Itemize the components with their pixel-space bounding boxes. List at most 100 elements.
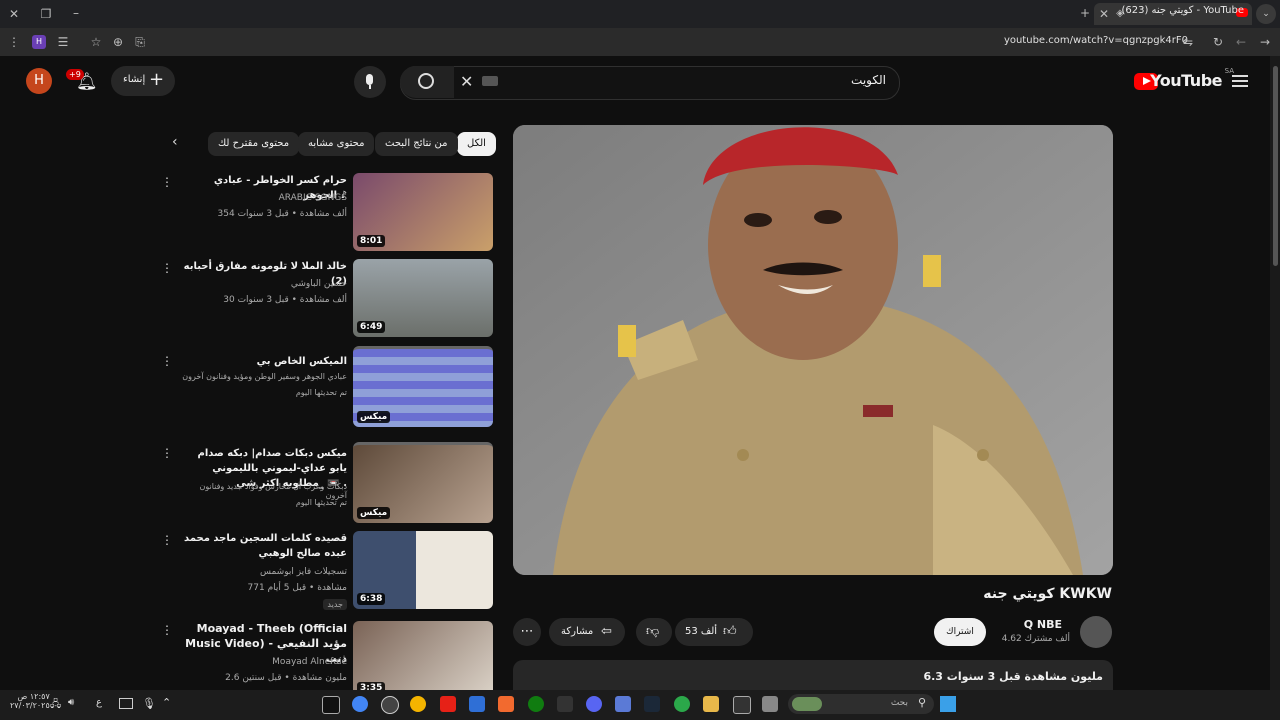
site-settings-icon[interactable]: ⇋ [1180, 34, 1196, 50]
related-video-6[interactable]: 3:35 Moayad - Theeb (Official Music Vide… [161, 621, 493, 690]
clock-date: ٢٧/٠٣/٢٠٢٥ [10, 701, 50, 710]
obs-icon[interactable] [381, 696, 399, 714]
related-video-3[interactable]: ميكس الميكس الخاص بي عبادي الجوهر وسفير … [161, 346, 493, 430]
thumbs-down-icon: 👎︎ [646, 624, 660, 639]
more-options-icon[interactable]: ⋮ [161, 446, 173, 460]
tray-chevron-icon[interactable]: ⌃ [162, 696, 171, 709]
maximize-icon[interactable]: ❐ [38, 6, 54, 22]
chrome-alt-icon[interactable] [352, 696, 368, 712]
keyboard-icon[interactable] [482, 76, 498, 86]
region-code: SA [1224, 67, 1234, 75]
related-title: الميكس الخاص بي [256, 356, 347, 367]
avatar[interactable]: H [26, 68, 52, 94]
chevron-left-icon[interactable]: ‹ [172, 134, 178, 150]
view-count: 6.3 مليون مشاهدة قبل 3 سنوات [923, 670, 1103, 683]
related-video-4[interactable]: ميكس ميكس دبكات صدام| دبكه صدام يابو عدا… [161, 442, 493, 526]
voice-search-button[interactable] [354, 66, 386, 98]
channel-avatar[interactable] [1080, 616, 1112, 648]
video-thumbnail[interactable]: 6:49 [353, 259, 493, 337]
related-video-5[interactable]: 6:38 قصيده كلمات السجين ماجد محمد عبده ص… [161, 531, 493, 611]
share-button[interactable]: ⇦ مشاركة [549, 618, 625, 646]
more-options-icon[interactable]: ⋮ [161, 261, 173, 275]
capcut-icon[interactable] [733, 696, 751, 714]
brave-icon[interactable] [498, 696, 514, 712]
tab-close-icon[interactable]: ✕ [1096, 6, 1112, 22]
hamburger-menu-icon[interactable] [1232, 74, 1248, 88]
video-thumbnail[interactable]: ميكس [353, 442, 493, 523]
profile-icon[interactable]: H [32, 35, 46, 49]
related-channel[interactable]: حسين الباوشي [177, 279, 347, 289]
chip-recommended[interactable]: محتوى مقترح لك [208, 132, 300, 156]
store-icon[interactable] [615, 696, 631, 712]
create-button[interactable]: + إنشاء [111, 66, 175, 96]
mix-badge: ميكس [357, 507, 391, 519]
chip-related[interactable]: محتوى مشابه [298, 132, 375, 156]
zoom-icon[interactable]: ⊕ [110, 34, 126, 50]
microphone-tray-icon[interactable]: 🎙︎ [142, 697, 156, 710]
forward-icon[interactable]: ← [1233, 34, 1249, 50]
subscribe-button[interactable]: اشتراك [934, 618, 986, 646]
language-indicator[interactable]: ع [96, 697, 102, 708]
volume-icon[interactable]: 🔊︎ [68, 697, 74, 708]
minimize-icon[interactable]: – [68, 5, 84, 21]
search-button[interactable] [400, 66, 454, 98]
related-channel[interactable]: تسجيلات فايز ابوشمس [177, 567, 347, 577]
address-bar: ⋮ H ☰ ☆ ⊕ ⎘ youtube.com/watch?v=qgnzpgk4… [0, 28, 1280, 56]
url-text[interactable]: youtube.com/watch?v=qgnzpgk4rF0 [1004, 35, 1188, 46]
vpn-shield-icon[interactable] [469, 696, 485, 712]
tiktok-icon[interactable] [322, 696, 340, 714]
file-explorer-icon[interactable] [703, 696, 719, 712]
menu-icon[interactable]: ⋮ [6, 34, 22, 50]
more-options-icon[interactable]: ⋮ [161, 533, 173, 547]
like-button[interactable]: 👍︎ 53 ألف [675, 618, 753, 646]
clock[interactable]: ١٢:٥٧ ص ٢٧/٠٣/٢٠٢٥ [10, 692, 50, 710]
search-input[interactable]: الكويت [851, 73, 886, 87]
more-options-icon[interactable]: ⋮ [161, 354, 173, 368]
discord-icon[interactable] [586, 696, 602, 712]
tab-search-icon[interactable]: ⌄ [1256, 4, 1276, 24]
epic-games-icon[interactable] [557, 696, 573, 712]
search-box[interactable] [400, 66, 900, 100]
taskbar-search[interactable]: ⚲ بحث [788, 694, 934, 714]
youtube-app-icon[interactable] [440, 696, 456, 712]
screenshot-icon[interactable]: ⎘ [132, 34, 148, 50]
task-view-icon[interactable] [762, 696, 778, 712]
related-channel[interactable]: Moayad Alnefaie [177, 657, 347, 667]
xbox-icon[interactable] [528, 696, 544, 712]
mix-badge: ميكس [357, 411, 391, 423]
video-thumbnail[interactable]: 8:01 [353, 173, 493, 251]
keyboard-tray-icon[interactable] [119, 698, 133, 709]
channel-name[interactable]: Q NBE [1024, 618, 1062, 631]
video-thumbnail[interactable]: 6:38 [353, 531, 493, 609]
network-icon[interactable]: 🖧 [50, 697, 61, 714]
extensions-icon[interactable]: ☰ [55, 34, 71, 50]
video-thumbnail[interactable]: ميكس [353, 346, 493, 427]
video-player[interactable] [513, 125, 1113, 575]
clear-search-icon[interactable]: ✕ [460, 72, 473, 91]
duration-badge: 6:38 [357, 593, 386, 605]
back-icon[interactable]: → [1257, 34, 1273, 50]
more-options-icon[interactable]: ⋮ [161, 623, 173, 637]
whatsapp-icon[interactable] [674, 696, 690, 712]
chip-all[interactable]: الكل [457, 132, 496, 156]
video-thumbnail[interactable]: 3:35 [353, 621, 493, 690]
related-video-1[interactable]: 8:01 حرام كسر الخواطر - عبادي الجوهر ♪ A… [161, 173, 493, 253]
dislike-button[interactable]: 👎︎ [636, 618, 672, 646]
steam-icon[interactable] [644, 696, 660, 712]
more-options-icon[interactable]: ⋮ [161, 175, 173, 189]
bookmark-star-icon[interactable]: ☆ [88, 34, 104, 50]
youtube-logo-text[interactable]: YouTube [1150, 71, 1222, 90]
chip-from-search[interactable]: من نتائج البحث [375, 132, 458, 156]
related-meta: 30 ألف مشاهدة • قبل 3 سنوات [223, 295, 347, 305]
close-window-icon[interactable]: ✕ [6, 6, 22, 22]
new-badge: جديد [323, 599, 347, 610]
start-icon[interactable] [940, 696, 956, 712]
related-channel[interactable]: عبادي الجوهر وسفير الوطن ومؤيد وفنانون آ… [177, 372, 347, 381]
new-tab-icon[interactable]: + [1077, 5, 1093, 21]
chrome-icon[interactable] [410, 696, 426, 712]
related-channel[interactable]: ARABIC SONGS [177, 193, 347, 203]
related-video-2[interactable]: 6:49 خالد الملا لا تلومونه مفارق أحبابه … [161, 259, 493, 339]
reload-icon[interactable]: ↻ [1210, 34, 1226, 50]
more-actions-icon[interactable]: ⋯ [513, 618, 541, 646]
scrollbar-thumb[interactable] [1273, 66, 1278, 266]
